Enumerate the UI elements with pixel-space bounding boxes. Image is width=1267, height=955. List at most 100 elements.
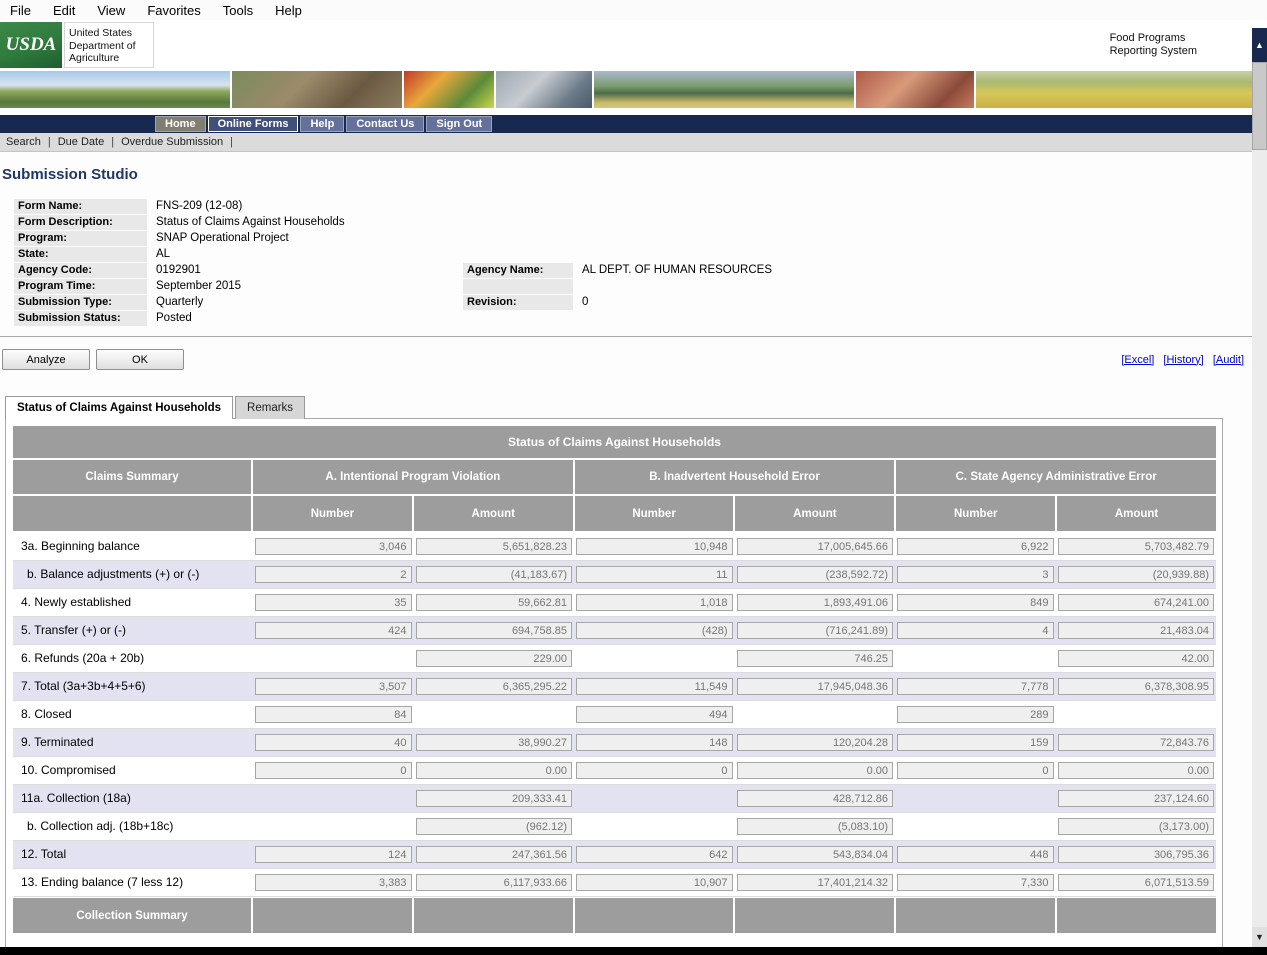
- amount-c-input[interactable]: [1058, 650, 1215, 667]
- amount-a-input[interactable]: [416, 790, 573, 807]
- number-b-input[interactable]: [576, 734, 733, 751]
- amount-c-input[interactable]: [1058, 874, 1215, 891]
- number-c-input[interactable]: [897, 594, 1054, 611]
- audit-link[interactable]: [Audit]: [1213, 354, 1244, 366]
- amount-c-input[interactable]: [1058, 678, 1215, 695]
- number-a-input[interactable]: [255, 594, 412, 611]
- amount-a-input[interactable]: [416, 846, 573, 863]
- banner-photo-farm: [0, 71, 230, 108]
- amount-a-input[interactable]: [416, 622, 573, 639]
- number-a-input[interactable]: [255, 538, 412, 555]
- number-a-input[interactable]: [255, 622, 412, 639]
- number-b-input[interactable]: [576, 566, 733, 583]
- submission-type-value: Quarterly: [151, 295, 463, 310]
- number-c-input[interactable]: [897, 874, 1054, 891]
- nav-tab-online-forms[interactable]: Online Forms: [208, 116, 299, 132]
- subnav-overdue-submission-link[interactable]: Overdue Submission: [121, 136, 223, 148]
- amount-c-input[interactable]: [1058, 734, 1215, 751]
- secondary-nav: Search | Due Date | Overdue Submission |: [0, 133, 1252, 152]
- amount-c-input[interactable]: [1058, 846, 1215, 863]
- number-a-input[interactable]: [255, 706, 412, 723]
- subnav-search-link[interactable]: Search: [6, 136, 41, 148]
- number-c-input[interactable]: [897, 846, 1054, 863]
- amount-c-input[interactable]: [1058, 622, 1215, 639]
- nav-tab-contact-us[interactable]: Contact Us: [346, 116, 424, 132]
- scroll-down-icon[interactable]: ▼: [1252, 927, 1267, 947]
- nav-tab-help[interactable]: Help: [300, 116, 344, 132]
- row-label: 10. Compromised: [13, 757, 253, 784]
- amount-a-input[interactable]: [416, 594, 573, 611]
- number-b-input[interactable]: [576, 846, 733, 863]
- amount-b-input[interactable]: [737, 622, 894, 639]
- analyze-button[interactable]: Analyze: [2, 349, 90, 370]
- nav-tab-sign-out[interactable]: Sign Out: [426, 116, 492, 132]
- number-a-input[interactable]: [255, 678, 412, 695]
- amount-a-input[interactable]: [416, 818, 573, 835]
- amount-c-input[interactable]: [1058, 818, 1215, 835]
- number-b-input[interactable]: [576, 706, 733, 723]
- amount-c-input[interactable]: [1058, 594, 1215, 611]
- scroll-thumb[interactable]: [1252, 62, 1267, 150]
- amount-b-input[interactable]: [737, 678, 894, 695]
- amount-b-input[interactable]: [737, 650, 894, 667]
- amount-b-input[interactable]: [737, 734, 894, 751]
- vertical-scrollbar[interactable]: ▲ ▼: [1252, 28, 1267, 947]
- number-a-input[interactable]: [255, 566, 412, 583]
- menu-tools[interactable]: Tools: [223, 3, 253, 18]
- amount-a-input[interactable]: [416, 650, 573, 667]
- amount-a-input[interactable]: [416, 762, 573, 779]
- tab-remarks[interactable]: Remarks: [235, 396, 305, 419]
- amount-b-input[interactable]: [737, 538, 894, 555]
- amount-c-input[interactable]: [1058, 566, 1215, 583]
- amount-c-input[interactable]: [1058, 538, 1215, 555]
- number-a-input[interactable]: [255, 846, 412, 863]
- number-b-input[interactable]: [576, 874, 733, 891]
- number-b-input[interactable]: [576, 762, 733, 779]
- menu-help[interactable]: Help: [275, 3, 302, 18]
- number-c-input[interactable]: [897, 538, 1054, 555]
- ok-button[interactable]: OK: [96, 349, 184, 370]
- number-c-input[interactable]: [897, 678, 1054, 695]
- amount-c-input[interactable]: [1058, 762, 1215, 779]
- table-row: b. Balance adjustments (+) or (-): [13, 561, 1216, 589]
- form-name-label: Form Name:: [14, 199, 147, 214]
- tab-status-of-claims[interactable]: Status of Claims Against Households: [5, 396, 233, 419]
- banner-photo-produce: [404, 71, 494, 108]
- amount-b-input[interactable]: [737, 790, 894, 807]
- amount-a-input[interactable]: [416, 734, 573, 751]
- menu-file[interactable]: File: [10, 3, 31, 18]
- number-c-input[interactable]: [897, 762, 1054, 779]
- history-link[interactable]: [History]: [1163, 354, 1203, 366]
- amount-b-input[interactable]: [737, 762, 894, 779]
- amount-b-input[interactable]: [737, 818, 894, 835]
- amount-a-input[interactable]: [416, 874, 573, 891]
- number-a-input[interactable]: [255, 874, 412, 891]
- amount-a-input[interactable]: [416, 566, 573, 583]
- nav-tab-home[interactable]: Home: [155, 116, 206, 132]
- number-c-input[interactable]: [897, 622, 1054, 639]
- claims-panel: Status of Claims Against Households Clai…: [5, 418, 1223, 955]
- number-b-input[interactable]: [576, 678, 733, 695]
- excel-link[interactable]: [Excel]: [1121, 354, 1154, 366]
- amount-a-input[interactable]: [416, 678, 573, 695]
- amount-b-input[interactable]: [737, 594, 894, 611]
- menu-view[interactable]: View: [97, 3, 125, 18]
- scroll-up-icon[interactable]: ▲: [1252, 28, 1267, 62]
- number-b-input[interactable]: [576, 538, 733, 555]
- number-c-input[interactable]: [897, 566, 1054, 583]
- amount-c-input[interactable]: [1058, 790, 1215, 807]
- amount-b-input[interactable]: [737, 874, 894, 891]
- program-time-label: Program Time:: [14, 279, 147, 294]
- amount-a-input[interactable]: [416, 538, 573, 555]
- number-a-input[interactable]: [255, 762, 412, 779]
- number-b-input[interactable]: [576, 622, 733, 639]
- number-a-input[interactable]: [255, 734, 412, 751]
- amount-b-input[interactable]: [737, 566, 894, 583]
- menu-edit[interactable]: Edit: [53, 3, 75, 18]
- menu-favorites[interactable]: Favorites: [147, 3, 200, 18]
- subnav-due-date-link[interactable]: Due Date: [58, 136, 104, 148]
- number-c-input[interactable]: [897, 706, 1054, 723]
- amount-b-input[interactable]: [737, 846, 894, 863]
- number-b-input[interactable]: [576, 594, 733, 611]
- number-c-input[interactable]: [897, 734, 1054, 751]
